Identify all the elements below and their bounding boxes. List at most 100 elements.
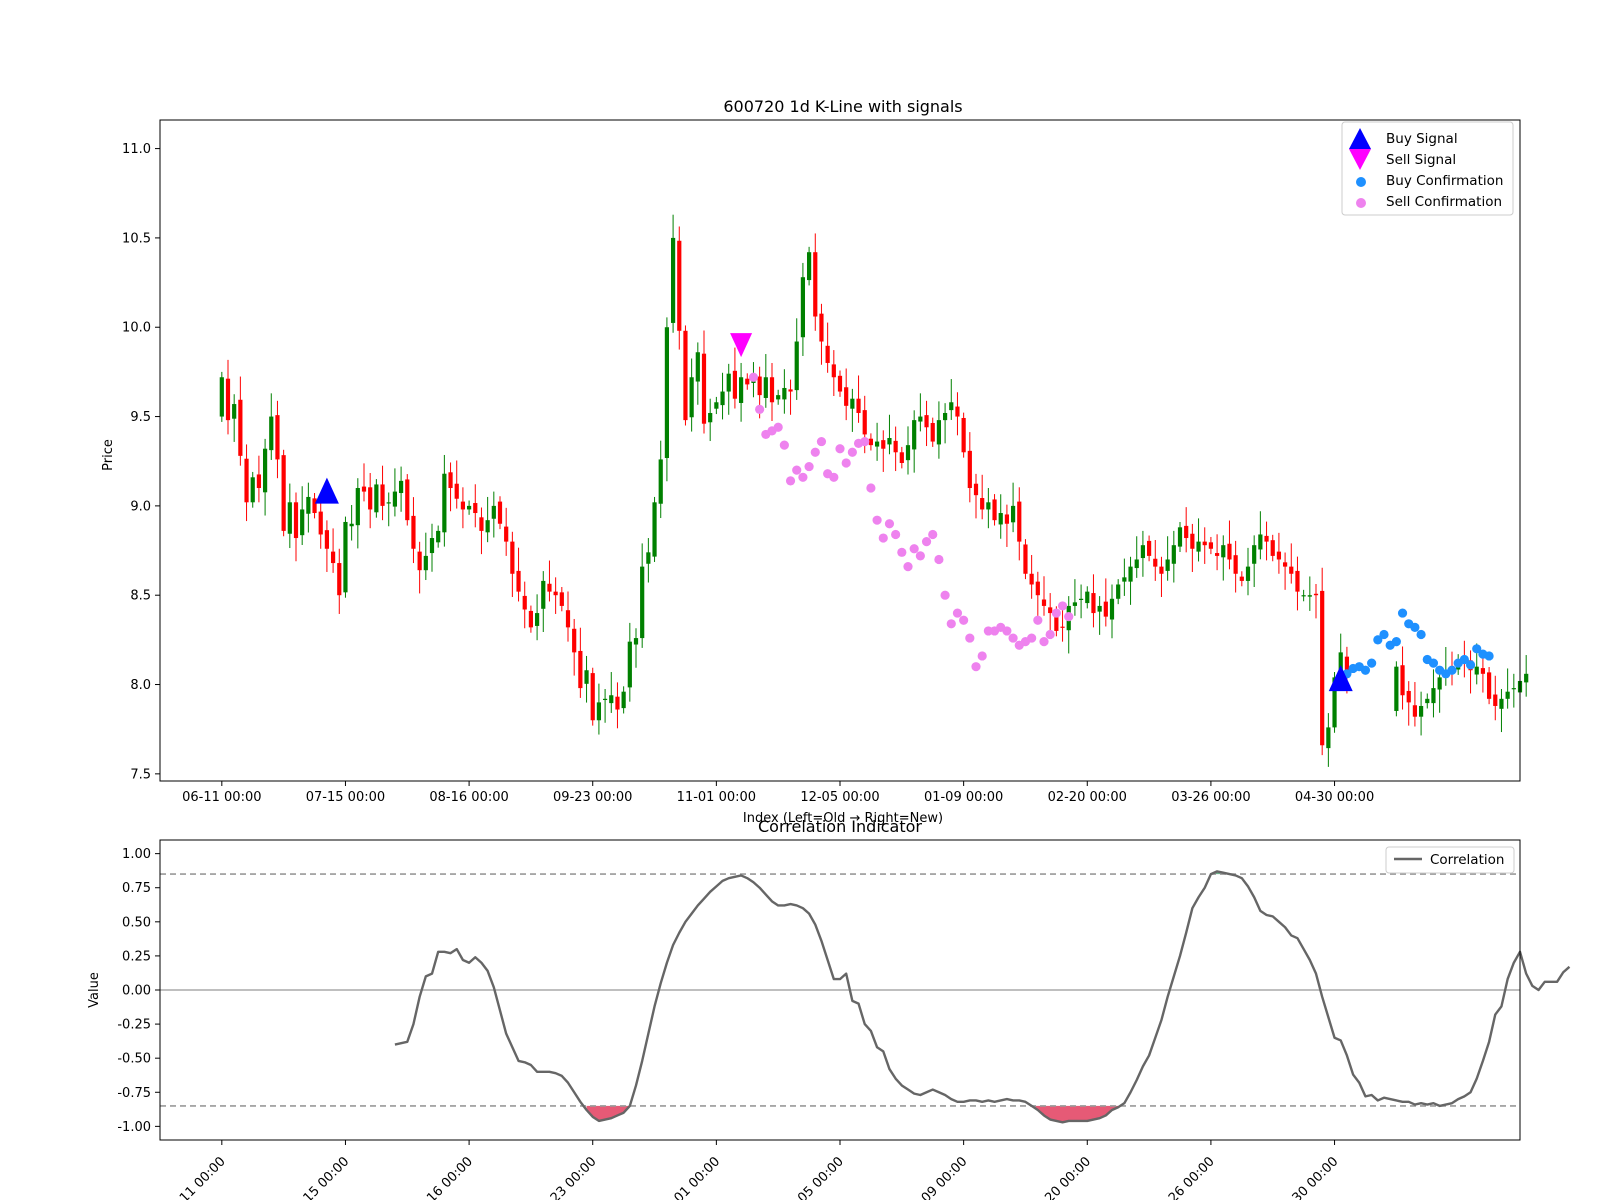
candle-body (324, 530, 330, 549)
sell-confirmation-point (773, 422, 783, 432)
date-tick-label: 07-15 00:00 (306, 790, 385, 805)
candle-body (219, 377, 224, 417)
candle-body (1196, 541, 1201, 552)
candle-body (850, 398, 855, 409)
date-tick-label-rotated: 02-20 00:00 (1027, 1154, 1094, 1200)
candle-body (868, 438, 874, 446)
candle-body (572, 628, 577, 653)
price-tick-label: 8.5 (130, 589, 151, 604)
date-tick-label: 06-11 00:00 (182, 790, 261, 805)
candle-body (436, 530, 441, 543)
candle-body (281, 455, 286, 531)
candle-body (1239, 576, 1244, 581)
candle-body (992, 499, 997, 521)
candle-body (708, 412, 713, 423)
date-x-ticks: 06-11 00:00 07-15 00:00 08-16 00:00 09-23 0… (182, 781, 1374, 805)
candle-body (1493, 694, 1498, 706)
sell-confirmation-point (1057, 601, 1068, 611)
sell-confirmation-point (847, 447, 857, 457)
sell-confirmation-point (965, 633, 975, 643)
candle-body (862, 410, 867, 435)
price-tick-label: 8.0 (130, 678, 151, 693)
candle-body (961, 417, 966, 453)
candle-body (1041, 599, 1047, 606)
candle-body (621, 691, 626, 709)
candle-body (1085, 591, 1090, 604)
candle-body (473, 503, 478, 514)
sell-confirmation-point (1039, 637, 1049, 647)
candle-body (1412, 705, 1418, 717)
sell-confirmation-point (755, 404, 765, 415)
sell-confirmation-point (940, 590, 950, 600)
candle-body (794, 341, 799, 391)
sell-confirmation-point (909, 544, 919, 554)
candle-body (602, 698, 608, 701)
candle-body (1035, 581, 1040, 596)
price-axis-label: Price (101, 439, 116, 471)
candle-body (998, 513, 1003, 525)
candle-body (516, 570, 521, 592)
candle-body (955, 406, 960, 417)
candle-body (1486, 672, 1492, 699)
date-tick-label-rotated: 11-01 00:00 (656, 1154, 723, 1200)
sell-confirmation-points (748, 372, 1074, 672)
candle-body (745, 378, 750, 385)
candle-body (1165, 559, 1170, 571)
buy-confirmation-point (1465, 660, 1476, 670)
candle-body (615, 696, 620, 710)
date-tick-label: 12-05 00:00 (800, 790, 879, 805)
candle-body (238, 399, 243, 456)
candle-body (275, 415, 280, 460)
date-tick-label: 04-30 00:00 (1295, 790, 1374, 805)
candle-body (930, 422, 935, 442)
candle-body (541, 580, 546, 609)
candle-body (1134, 559, 1139, 569)
buy-confirmation-point (1447, 665, 1457, 675)
candle-body (670, 237, 676, 323)
candle-body (466, 505, 472, 510)
candle-body (1010, 505, 1016, 523)
candle-body (225, 378, 231, 421)
candle-body (1221, 545, 1226, 558)
candle-body (874, 441, 880, 447)
candle-body (306, 496, 311, 514)
value-axis-label: Value (87, 972, 102, 1008)
correlation-chart-title: Correlation Indicator (758, 817, 922, 836)
candle-body (1289, 566, 1294, 574)
candle-body (1171, 545, 1176, 564)
buy-confirmation-point (1360, 665, 1371, 675)
candle-body (1146, 540, 1152, 556)
candle-body (534, 613, 540, 626)
candle-body (547, 583, 552, 592)
candle-body (1406, 690, 1411, 703)
legend-label-buy-confirmation: Buy Confirmation (1386, 173, 1503, 189)
candle-body (769, 377, 775, 403)
candle-body (689, 377, 694, 418)
chart-canvas: 600720 1d K-Line with signals Price Inde… (87, 97, 1571, 1200)
sell-confirmation-point (915, 551, 925, 561)
candle-body (763, 377, 768, 398)
candle-body (936, 420, 942, 445)
sell-confirmation-point (1033, 615, 1043, 625)
candle-body (1072, 602, 1078, 606)
sell-confirmation-point (835, 444, 845, 454)
candle-body (1128, 566, 1133, 582)
candle-body (510, 541, 515, 574)
candle-body (967, 450, 972, 489)
candle-body (485, 520, 490, 533)
sell-confirmation-point (810, 447, 820, 457)
price-tick-label: 9.5 (130, 410, 151, 425)
candle-body (887, 437, 892, 445)
candle-body (1264, 535, 1269, 542)
candle-body (1097, 605, 1102, 612)
buy-confirmation-point (1428, 658, 1439, 668)
candle-body (1078, 598, 1084, 600)
candle-body (1270, 540, 1275, 556)
sell-confirmation-point (971, 662, 981, 672)
sell-confirmation-point (860, 436, 870, 447)
sell-confirmation-point (748, 372, 759, 382)
sell-confirmation-point (1051, 608, 1061, 618)
buy-confirmation-point (1379, 629, 1389, 640)
candle-body (269, 416, 274, 451)
sell-confirmation-point (841, 458, 851, 468)
